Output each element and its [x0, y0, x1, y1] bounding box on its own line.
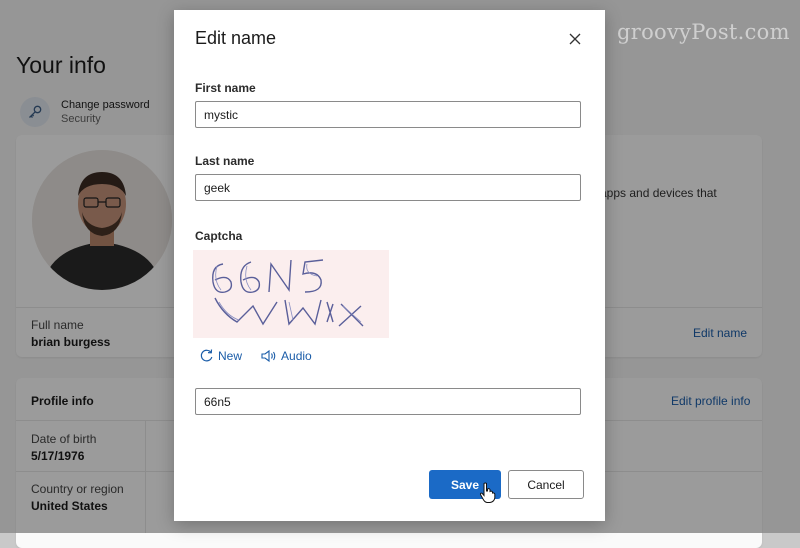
close-button[interactable] [564, 28, 586, 50]
close-icon [569, 33, 581, 45]
captcha-new-label: New [218, 348, 243, 363]
last-name-label: Last name [195, 154, 255, 168]
last-name-input[interactable] [195, 174, 581, 201]
cancel-button[interactable]: Cancel [508, 470, 584, 499]
hand-cursor-icon [479, 482, 496, 503]
dialog-title: Edit name [195, 28, 277, 48]
captcha-input[interactable] [195, 388, 581, 415]
captcha-audio-label: Audio [281, 348, 312, 363]
first-name-label: First name [195, 81, 256, 95]
watermark: groovyPost.com [617, 20, 790, 44]
refresh-icon [200, 349, 213, 362]
captcha-image [193, 250, 389, 338]
first-name-input[interactable] [195, 101, 581, 128]
captcha-actions: New Audio [199, 348, 312, 363]
captcha-label: Captcha [195, 229, 243, 243]
captcha-audio-button[interactable]: Audio [261, 349, 312, 363]
edit-name-dialog: Edit name First name Last name Captcha [174, 10, 605, 521]
captcha-new-button[interactable]: New [199, 348, 242, 363]
speaker-icon [261, 349, 276, 362]
